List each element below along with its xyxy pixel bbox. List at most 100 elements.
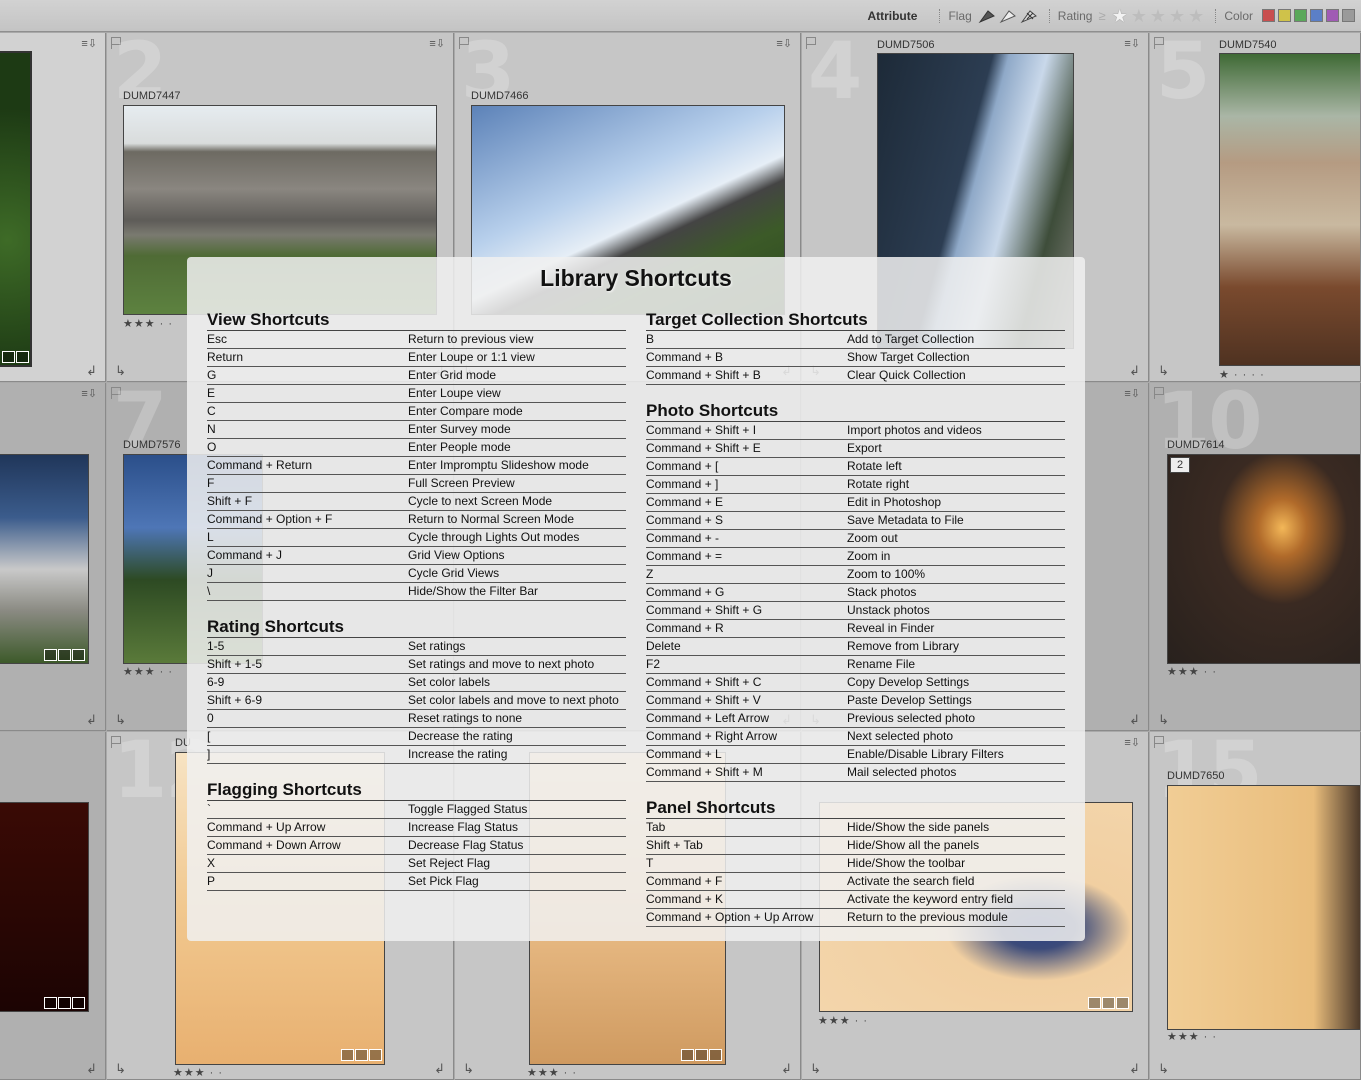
virtual-copy-badge[interactable]: 2 bbox=[1170, 457, 1190, 473]
shortcut-description: Full Screen Preview bbox=[408, 476, 515, 490]
rotate-right-icon[interactable]: ↲ bbox=[434, 1061, 445, 1077]
photo-thumbnail[interactable] bbox=[1219, 53, 1360, 366]
rotate-left-icon[interactable]: ↳ bbox=[115, 363, 126, 379]
shortcut-row: Shift + F Cycle to next Screen Mode bbox=[207, 493, 626, 511]
grid-cell[interactable]: 5 DUMD7540 ★ · · · · ↳ bbox=[1150, 33, 1361, 382]
filename-label: DUMD7540 bbox=[1219, 39, 1277, 51]
rotate-right-icon[interactable]: ↲ bbox=[86, 712, 97, 728]
star-rating[interactable]: ★★★ · · bbox=[1167, 665, 1217, 678]
shortcut-row: E Enter Loupe view bbox=[207, 385, 626, 403]
star-icon[interactable]: ★ bbox=[1131, 7, 1147, 25]
rotate-right-icon[interactable]: ↲ bbox=[86, 363, 97, 379]
shortcut-description: Edit in Photoshop bbox=[847, 495, 942, 509]
filter-separator bbox=[1048, 8, 1050, 23]
shortcut-row: Z Zoom to 100% bbox=[646, 566, 1065, 584]
shortcut-key: Command + Shift + C bbox=[646, 675, 762, 689]
shortcut-description: Zoom in bbox=[847, 549, 891, 563]
star-icon[interactable]: ★ bbox=[1150, 7, 1166, 25]
cell-index: 4 bbox=[808, 33, 862, 117]
rotate-left-icon[interactable]: ↳ bbox=[115, 1061, 126, 1077]
sort-icon: ≡⇩ bbox=[1124, 38, 1140, 50]
shortcut-row: Command + Shift + B Clear Quick Collectio… bbox=[646, 367, 1065, 385]
star-rating[interactable]: ★★★ · · bbox=[527, 1066, 577, 1079]
flag-pick-filter-icon[interactable] bbox=[978, 8, 996, 24]
shortcut-row: B Add to Target Collection bbox=[646, 331, 1065, 349]
sort-icon: ≡⇩ bbox=[776, 38, 792, 50]
color-swatch-group bbox=[1259, 9, 1355, 22]
grid-cell[interactable]: ≡⇩ ↲ bbox=[0, 383, 106, 731]
photo-thumbnail[interactable] bbox=[1167, 454, 1360, 664]
shortcut-row: J Cycle Grid Views bbox=[207, 565, 626, 583]
star-rating[interactable]: ★★★ · · bbox=[123, 665, 173, 678]
filter-separator bbox=[939, 8, 941, 23]
grid-cell[interactable]: 10 DUMD7614 2 ★★★ · · ↳ bbox=[1150, 383, 1361, 731]
shortcut-description: Copy Develop Settings bbox=[847, 675, 970, 689]
section-title: Rating Shortcuts bbox=[207, 617, 626, 638]
filter-attribute-tab[interactable]: Attribute bbox=[867, 9, 917, 23]
flag-unflagged-filter-icon[interactable] bbox=[999, 8, 1017, 24]
shortcut-key: Command + G bbox=[646, 585, 725, 599]
rotate-left-icon[interactable]: ↳ bbox=[1158, 712, 1169, 728]
shortcut-key: Command + Shift + I bbox=[646, 423, 757, 437]
badge-icons bbox=[2, 351, 29, 363]
rotate-right-icon[interactable]: ↲ bbox=[1129, 712, 1140, 728]
rotate-left-icon[interactable]: ↳ bbox=[1158, 363, 1169, 379]
filter-flag-label: Flag bbox=[948, 8, 972, 23]
shortcut-key: Command + Down Arrow bbox=[207, 838, 341, 852]
star-rating[interactable]: ★★★ · · bbox=[123, 317, 173, 330]
shortcut-key: Command + Left Arrow bbox=[646, 711, 770, 725]
photo-thumbnail[interactable] bbox=[0, 454, 89, 664]
shortcut-key: ] bbox=[207, 747, 211, 761]
star-icon[interactable]: ★ bbox=[1169, 7, 1185, 25]
filename-label: DUMD7447 bbox=[123, 90, 181, 102]
photo-thumbnail[interactable] bbox=[0, 802, 89, 1012]
rotate-right-icon[interactable]: ↲ bbox=[1129, 363, 1140, 379]
rotate-left-icon[interactable]: ↳ bbox=[115, 712, 126, 728]
star-icon[interactable]: ★ bbox=[1188, 7, 1204, 25]
flag-reject-filter-icon[interactable] bbox=[1020, 8, 1038, 24]
shortcut-key: G bbox=[207, 368, 217, 382]
star-icon[interactable]: ★ bbox=[1112, 7, 1128, 25]
shortcut-row: C Enter Compare mode bbox=[207, 403, 626, 421]
rotate-right-icon[interactable]: ↲ bbox=[781, 1061, 792, 1077]
color-swatch[interactable] bbox=[1262, 9, 1275, 22]
shortcut-row: Command + Right Arrow Next selected photo bbox=[646, 728, 1065, 746]
shortcut-description: Decrease Flag Status bbox=[408, 838, 524, 852]
grid-cell[interactable]: ≡⇩ ↲ bbox=[0, 33, 106, 382]
color-swatch[interactable] bbox=[1326, 9, 1339, 22]
shortcut-row: ] Increase the rating bbox=[207, 746, 626, 764]
star-rating[interactable]: ★★★ · · bbox=[818, 1014, 868, 1027]
shortcut-key: B bbox=[646, 332, 655, 346]
shortcut-description: Set ratings bbox=[408, 639, 466, 653]
rotate-right-icon[interactable]: ↲ bbox=[86, 1061, 97, 1077]
star-rating[interactable]: ★ · · · · bbox=[1219, 368, 1265, 381]
library-shortcuts-overlay[interactable]: Library Shortcuts View Shortcuts Esc Retur… bbox=[187, 257, 1085, 941]
rotate-left-icon[interactable]: ↳ bbox=[810, 1061, 821, 1077]
shortcut-description: Hide/Show all the panels bbox=[847, 838, 980, 852]
photo-thumbnail[interactable] bbox=[0, 51, 32, 367]
color-swatch[interactable] bbox=[1294, 9, 1307, 22]
shortcut-key: Command + Shift + V bbox=[646, 693, 761, 707]
section-title: Panel Shortcuts bbox=[646, 798, 1065, 819]
photo-thumbnail[interactable] bbox=[1167, 785, 1360, 1030]
color-swatch[interactable] bbox=[1310, 9, 1323, 22]
shortcut-description: Show Target Collection bbox=[847, 350, 970, 364]
shortcut-row: Command + ] Rotate right bbox=[646, 476, 1065, 494]
rotate-left-icon[interactable]: ↳ bbox=[1158, 1061, 1169, 1077]
rotate-right-icon[interactable]: ↲ bbox=[1129, 1061, 1140, 1077]
star-rating[interactable]: ★★★ · · bbox=[173, 1066, 223, 1079]
grid-cell[interactable]: 15 DUMD7650 ★★★ · · ↳ bbox=[1150, 732, 1361, 1080]
shortcut-description: Enter Grid mode bbox=[408, 368, 497, 382]
shortcut-key: Command + K bbox=[646, 892, 724, 906]
color-swatch[interactable] bbox=[1342, 9, 1355, 22]
shortcut-description: Enter Compare mode bbox=[408, 404, 523, 418]
star-rating[interactable]: ★★★ · · bbox=[1167, 1030, 1217, 1043]
rotate-left-icon[interactable]: ↳ bbox=[463, 1061, 474, 1077]
rating-operator[interactable]: ≥ bbox=[1098, 8, 1105, 23]
color-swatch[interactable] bbox=[1278, 9, 1291, 22]
shortcut-description: Hide/Show the toolbar bbox=[847, 856, 966, 870]
shortcut-key: Command + Return bbox=[207, 458, 313, 472]
shortcut-key: Command + Right Arrow bbox=[646, 729, 778, 743]
shortcut-key: Command + = bbox=[646, 549, 723, 563]
grid-cell[interactable]: ↲ bbox=[0, 732, 106, 1080]
